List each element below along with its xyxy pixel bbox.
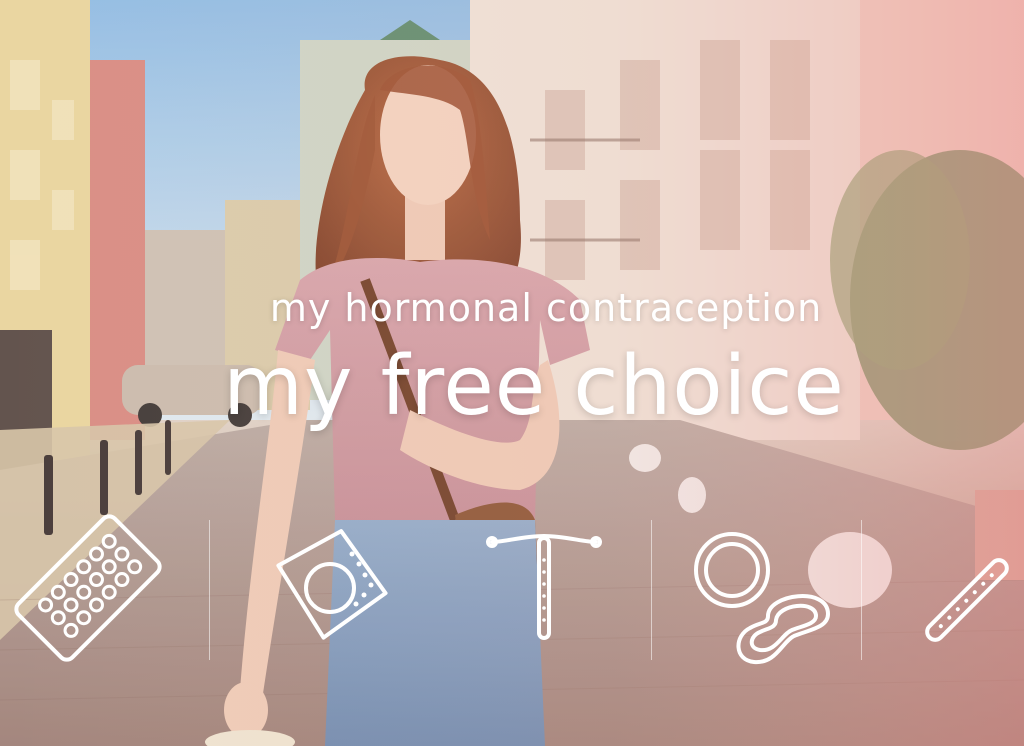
headline: my free choice bbox=[223, 339, 845, 434]
divider bbox=[209, 520, 210, 660]
divider bbox=[651, 520, 652, 660]
implant-rod-icon bbox=[925, 558, 1009, 642]
pill-blister-pack-icon bbox=[14, 514, 162, 662]
subheadline: my hormonal contraception bbox=[269, 286, 823, 330]
vaginal-ring-icon bbox=[694, 532, 831, 665]
contraceptive-patch-icon bbox=[276, 529, 388, 640]
divider bbox=[861, 520, 862, 660]
iud-icon bbox=[486, 533, 602, 640]
hero-image: my hormonal contraception my free choice bbox=[0, 0, 1024, 746]
